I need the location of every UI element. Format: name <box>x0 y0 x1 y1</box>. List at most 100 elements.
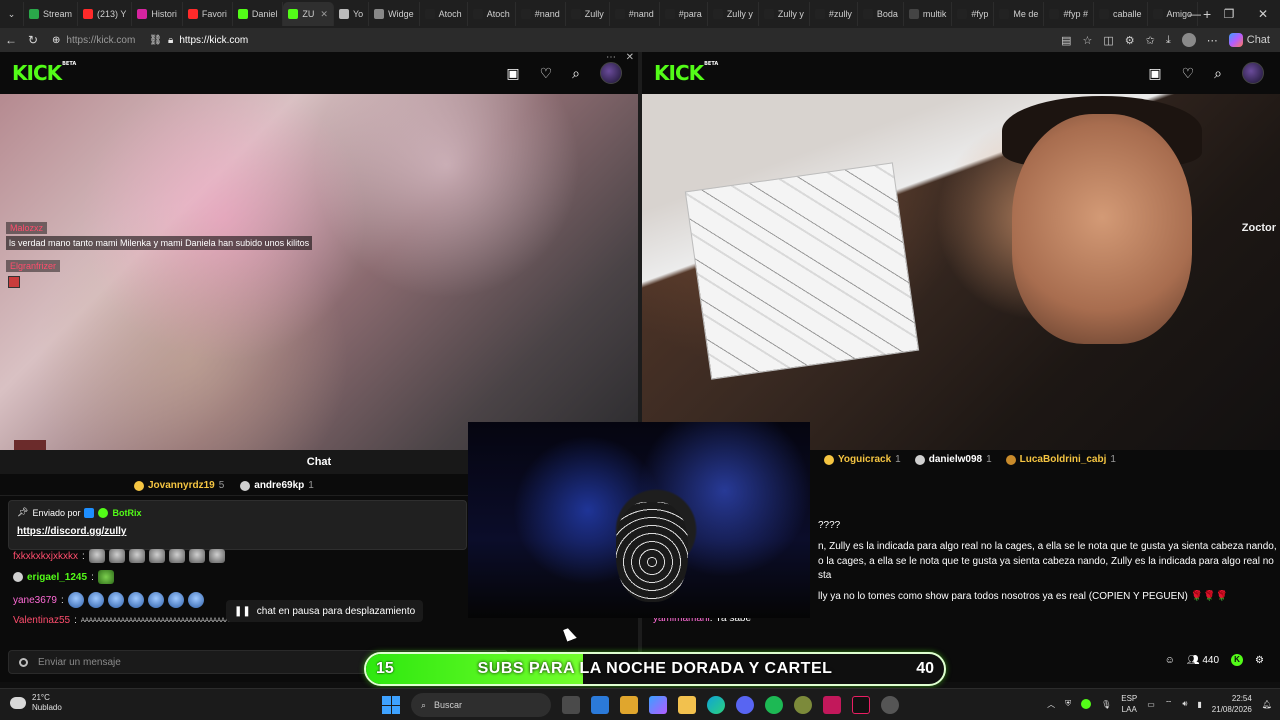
heart-icon[interactable]: ♡ <box>1182 65 1195 82</box>
restore-icon[interactable]: ❐ <box>1212 7 1246 21</box>
browser-tab[interactable]: Favori <box>183 2 233 26</box>
browser-tab[interactable]: Zully y <box>759 2 810 26</box>
pane-menu-icon[interactable]: ⋯ <box>606 52 616 63</box>
search-icon[interactable]: ⌕ <box>572 65 580 82</box>
kick-logo[interactable]: KICK BETA <box>654 61 718 85</box>
chevron-up-icon[interactable]: ︿ <box>1047 699 1055 710</box>
gifter-entry[interactable]: LucaBoldrini_cabj 1 <box>1005 454 1116 465</box>
reader-icon[interactable]: ▤ <box>1061 34 1071 47</box>
display-icon[interactable]: ▭ <box>1147 700 1155 709</box>
browser-tab[interactable]: Zully <box>566 2 610 26</box>
reload-icon[interactable]: ↻ <box>22 33 44 47</box>
url-field[interactable]: ⊕ https://kick.com ⛓ 🔒︎ https://kick.com <box>52 30 248 50</box>
edge-icon[interactable] <box>707 696 725 714</box>
battery-icon[interactable]: ▮ <box>1197 700 1201 709</box>
browser-tab[interactable]: ZU ✕ <box>283 2 334 26</box>
favorite-icon[interactable]: ☆ <box>1083 34 1093 47</box>
discord-icon[interactable] <box>736 696 754 714</box>
user-avatar[interactable] <box>1242 62 1264 84</box>
browser-tab[interactable]: #fyp <box>952 2 995 26</box>
emoji-picker-icon[interactable] <box>19 657 28 667</box>
chat-username[interactable]: yane3679 <box>13 595 57 606</box>
browser-tab[interactable]: #para <box>660 2 708 26</box>
browser-tab[interactable]: Histori <box>132 2 183 26</box>
copilot-button[interactable]: Chat <box>1228 33 1270 47</box>
stream-video-right[interactable]: Zoctor <box>642 94 1280 450</box>
download-icon[interactable]: ⤓ <box>1166 34 1171 47</box>
copilot-icon[interactable] <box>649 696 667 714</box>
volume-icon[interactable]: 🔊︎ <box>1182 699 1187 709</box>
user-avatar[interactable] <box>600 62 622 84</box>
search-icon[interactable]: ⌕ <box>1214 65 1222 82</box>
start-icon[interactable] <box>382 696 400 714</box>
settings-app-icon[interactable] <box>881 696 899 714</box>
app-tray-icon[interactable] <box>1081 699 1092 709</box>
weather-widget[interactable]: 21°C Nublado <box>10 693 62 713</box>
back-icon[interactable]: ← <box>0 33 22 47</box>
browser-tab[interactable]: caballe <box>1094 2 1148 26</box>
clock[interactable]: 22:54 21/08/2026 <box>1212 693 1252 715</box>
gifter-entry[interactable]: Yoguicrack 1 <box>824 454 901 465</box>
gifter-badge-icon <box>240 480 251 491</box>
settings-icon[interactable]: ⚙ <box>1255 655 1264 666</box>
chat-username[interactable]: Valentinaz55 <box>13 615 70 626</box>
app-icon[interactable] <box>823 696 841 714</box>
browser-tab[interactable]: multik <box>904 2 953 26</box>
more-icon[interactable]: ⋯ <box>1207 34 1218 47</box>
browser-tab[interactable]: Boda <box>858 2 904 26</box>
store-icon[interactable] <box>620 696 638 714</box>
language-indicator[interactable]: ESP LAA <box>1121 693 1137 715</box>
browser-tab[interactable]: #nand <box>610 2 660 26</box>
pane-close-icon[interactable]: ✕ <box>626 52 634 63</box>
browser-tab[interactable]: Daniel <box>233 2 284 26</box>
split-screen-icon[interactable]: ◫ <box>1103 34 1113 47</box>
gifter-entry[interactable]: andre69kp 1 <box>240 480 314 491</box>
pinned-bot-name[interactable]: BotRix <box>112 508 141 518</box>
gifter-entry[interactable]: Jovannyrdz19 5 <box>134 480 224 491</box>
network-icon[interactable]: ⌔ <box>1165 699 1173 709</box>
task-view-icon[interactable] <box>562 696 580 714</box>
emoji-icon[interactable]: ☺ <box>1165 655 1175 666</box>
chat-username[interactable]: fxkxkxkxjxkxkx <box>13 551 78 562</box>
browser-tab[interactable]: Atoch <box>468 2 516 26</box>
browser-tab[interactable]: #fyp # <box>1044 2 1094 26</box>
spotify-icon[interactable] <box>765 696 783 714</box>
pinned-link[interactable]: https://discord.gg/zully <box>17 526 458 537</box>
tab-list-button[interactable]: ⌄ <box>0 2 24 26</box>
browser-tab[interactable]: Yo <box>334 2 370 26</box>
gift-icon[interactable]: ▣ <box>1148 65 1161 82</box>
xbox-icon[interactable] <box>794 696 812 714</box>
profile-avatar[interactable] <box>1181 33 1196 47</box>
chat-message: ???? <box>818 520 841 531</box>
chat-paused-banner[interactable]: ❚❚ chat en pausa para desplazamiento <box>226 600 424 622</box>
emote <box>97 570 114 584</box>
notification-icon[interactable]: 🔔︎ <box>1262 700 1272 709</box>
collections-icon[interactable]: ✩ <box>1146 34 1155 47</box>
extensions-icon[interactable]: ⚙ <box>1125 34 1135 47</box>
browser-tab[interactable]: Me de <box>994 2 1045 26</box>
kick-logo[interactable]: KICK BETA <box>12 61 76 85</box>
site-info-icon[interactable]: ⊕ <box>52 35 60 46</box>
heart-icon[interactable]: ♡ <box>540 65 553 82</box>
chat-username[interactable]: erigael_1245 <box>27 572 87 583</box>
taskbar-search[interactable]: ⌕ Buscar <box>411 693 551 717</box>
close-window-icon[interactable]: ✕ <box>1246 7 1280 21</box>
gifter-entry[interactable]: danielw098 1 <box>914 454 992 465</box>
stream-video-left[interactable]: Malozxz ls verdad mano tanto mami Milenk… <box>0 94 638 450</box>
browser-tab[interactable]: Widge <box>369 2 420 26</box>
kick-coin-icon[interactable]: K <box>1231 654 1244 666</box>
browser-tab[interactable]: Stream <box>24 2 79 26</box>
minimize-icon[interactable]: — <box>1178 7 1212 21</box>
gift-icon[interactable]: ▣ <box>506 65 519 82</box>
browser-tab[interactable]: Zully y <box>708 2 759 26</box>
browser-tab[interactable]: Atoch <box>420 2 468 26</box>
close-tab-icon[interactable]: ✕ <box>320 9 328 20</box>
folder-icon[interactable] <box>678 696 696 714</box>
security-icon[interactable]: ⛨ <box>1065 699 1071 709</box>
tiktok-icon[interactable] <box>852 696 870 714</box>
microphone-icon[interactable]: 🎙︎ <box>1101 700 1111 709</box>
browser-tab[interactable]: #nand <box>516 2 566 26</box>
browser-tab[interactable]: #zully <box>810 2 858 26</box>
browser-tab[interactable]: (213) Y <box>78 2 133 26</box>
notes-icon[interactable] <box>591 696 609 714</box>
